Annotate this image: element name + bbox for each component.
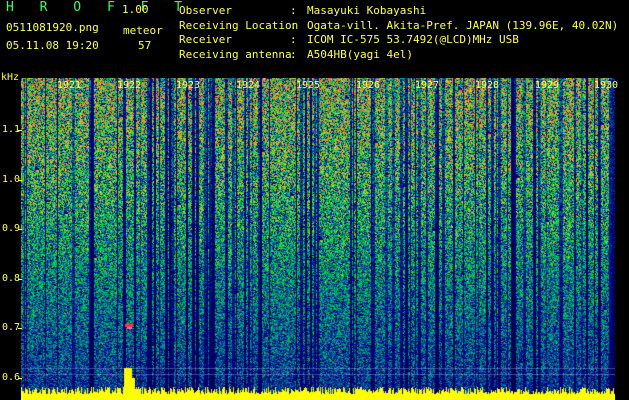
info-label: Receiving Location	[179, 18, 299, 32]
x-label-1928: 1928	[475, 80, 500, 91]
x-label-1922: 1922	[117, 80, 142, 91]
y-tick	[18, 130, 22, 131]
y-tick	[18, 180, 22, 181]
x-label-1926: 1926	[356, 80, 381, 91]
info-colon: :	[290, 4, 297, 17]
info-value: A504HB(yagi 4el)	[307, 47, 413, 61]
x-label-1929: 1929	[535, 80, 560, 91]
info-label: Receiving antenna	[179, 47, 292, 61]
version-label: 1.00	[122, 3, 149, 16]
meteor-label: meteor	[123, 24, 163, 37]
spectrogram	[21, 78, 615, 400]
x-label-1925: 1925	[296, 80, 321, 91]
info-label: Observer	[179, 4, 232, 17]
info-value: Ogata-vill. Akita-Pref. JAPAN (139.96E, …	[307, 18, 619, 32]
info-colon: :	[290, 33, 297, 46]
observation-info: Observer: Masayuki Kobayashi Receiving Lo…	[179, 4, 618, 62]
x-label-1927: 1927	[415, 80, 440, 91]
x-label-1921: 1921	[57, 80, 82, 91]
filename-label: 0511081920.png	[6, 21, 99, 34]
y-tick	[18, 229, 22, 230]
info-value: ICOM IC-575 53.7492(@LCD)MHz USB	[307, 33, 519, 46]
info-colon: :	[290, 18, 297, 32]
info-value: Masayuki Kobayashi	[307, 4, 427, 17]
info-row-receiver: Receiver: ICOM IC-575 53.7492(@LCD)MHz US…	[179, 33, 618, 48]
y-tick	[18, 328, 22, 329]
y-tick	[18, 378, 22, 379]
info-row-location: Receiving Location: Ogata-vill. Akita-Pre…	[179, 19, 618, 34]
x-label-1930: 1930	[594, 80, 619, 91]
y-tick	[18, 279, 22, 280]
x-label-1924: 1924	[236, 80, 261, 91]
datetime-label: 05.11.08 19:20	[6, 39, 99, 52]
meteor-count: 57	[138, 39, 152, 52]
info-label: Receiver	[179, 33, 232, 46]
info-colon: :	[290, 47, 297, 61]
info-row-observer: Observer: Masayuki Kobayashi	[179, 4, 618, 19]
x-label-1923: 1923	[176, 80, 201, 91]
app-title: H R O F F T	[6, 0, 192, 15]
info-row-antenna: Receiving antenna: A504HB(yagi 4el)	[179, 48, 618, 63]
y-axis-unit: kHz	[1, 72, 20, 83]
